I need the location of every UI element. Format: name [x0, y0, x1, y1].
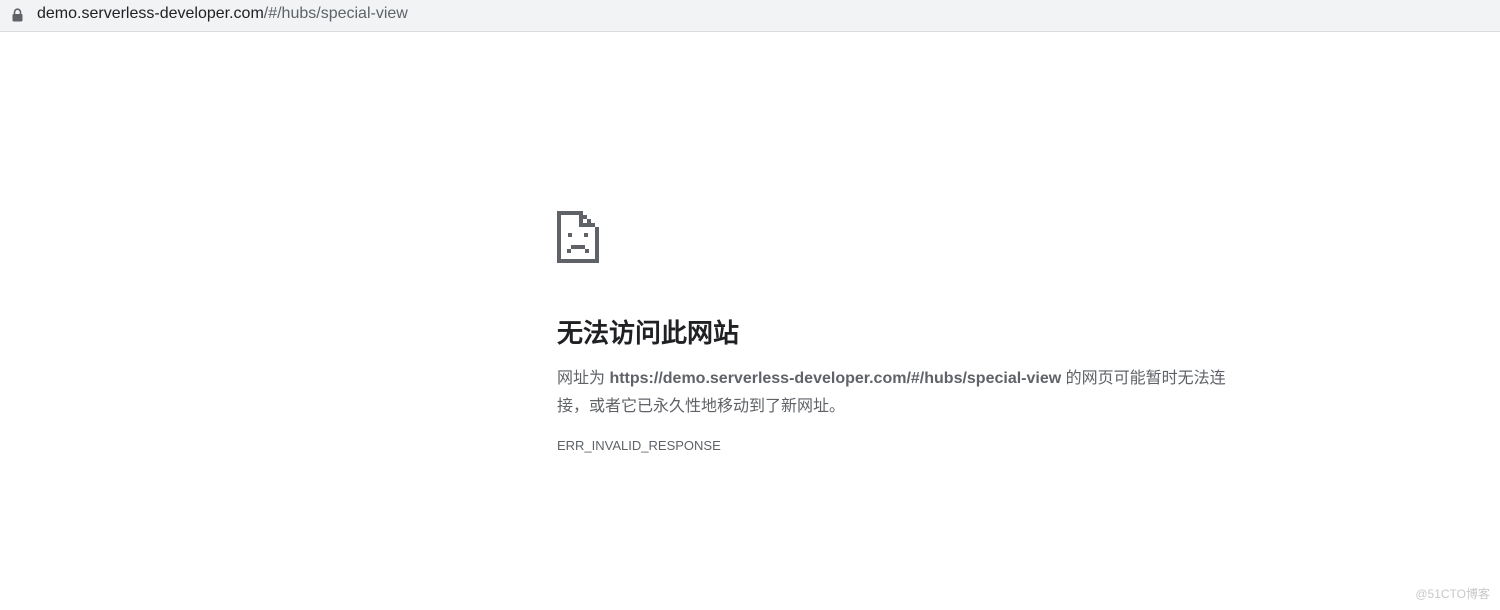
message-url: https://demo.serverless-developer.com/#/…: [609, 370, 1062, 387]
sad-file-icon: [557, 211, 599, 263]
url-host: demo.serverless-developer.com: [37, 5, 264, 22]
lock-icon[interactable]: [12, 8, 23, 22]
url-text[interactable]: demo.serverless-developer.com/#/hubs/spe…: [37, 4, 408, 24]
watermark: @51CTO博客: [1415, 587, 1490, 601]
error-message: 网址为 https://demo.serverless-developer.co…: [557, 365, 1237, 421]
error-code: ERR_INVALID_RESPONSE: [557, 438, 721, 453]
error-title: 无法访问此网站: [557, 318, 740, 348]
message-prefix: 网址为: [557, 370, 610, 387]
url-path: /#/hubs/special-view: [263, 5, 408, 22]
address-bar[interactable]: demo.serverless-developer.com/#/hubs/spe…: [0, 0, 1500, 32]
error-content: 无法访问此网站 网址为 https://demo.serverless-deve…: [557, 211, 1247, 455]
